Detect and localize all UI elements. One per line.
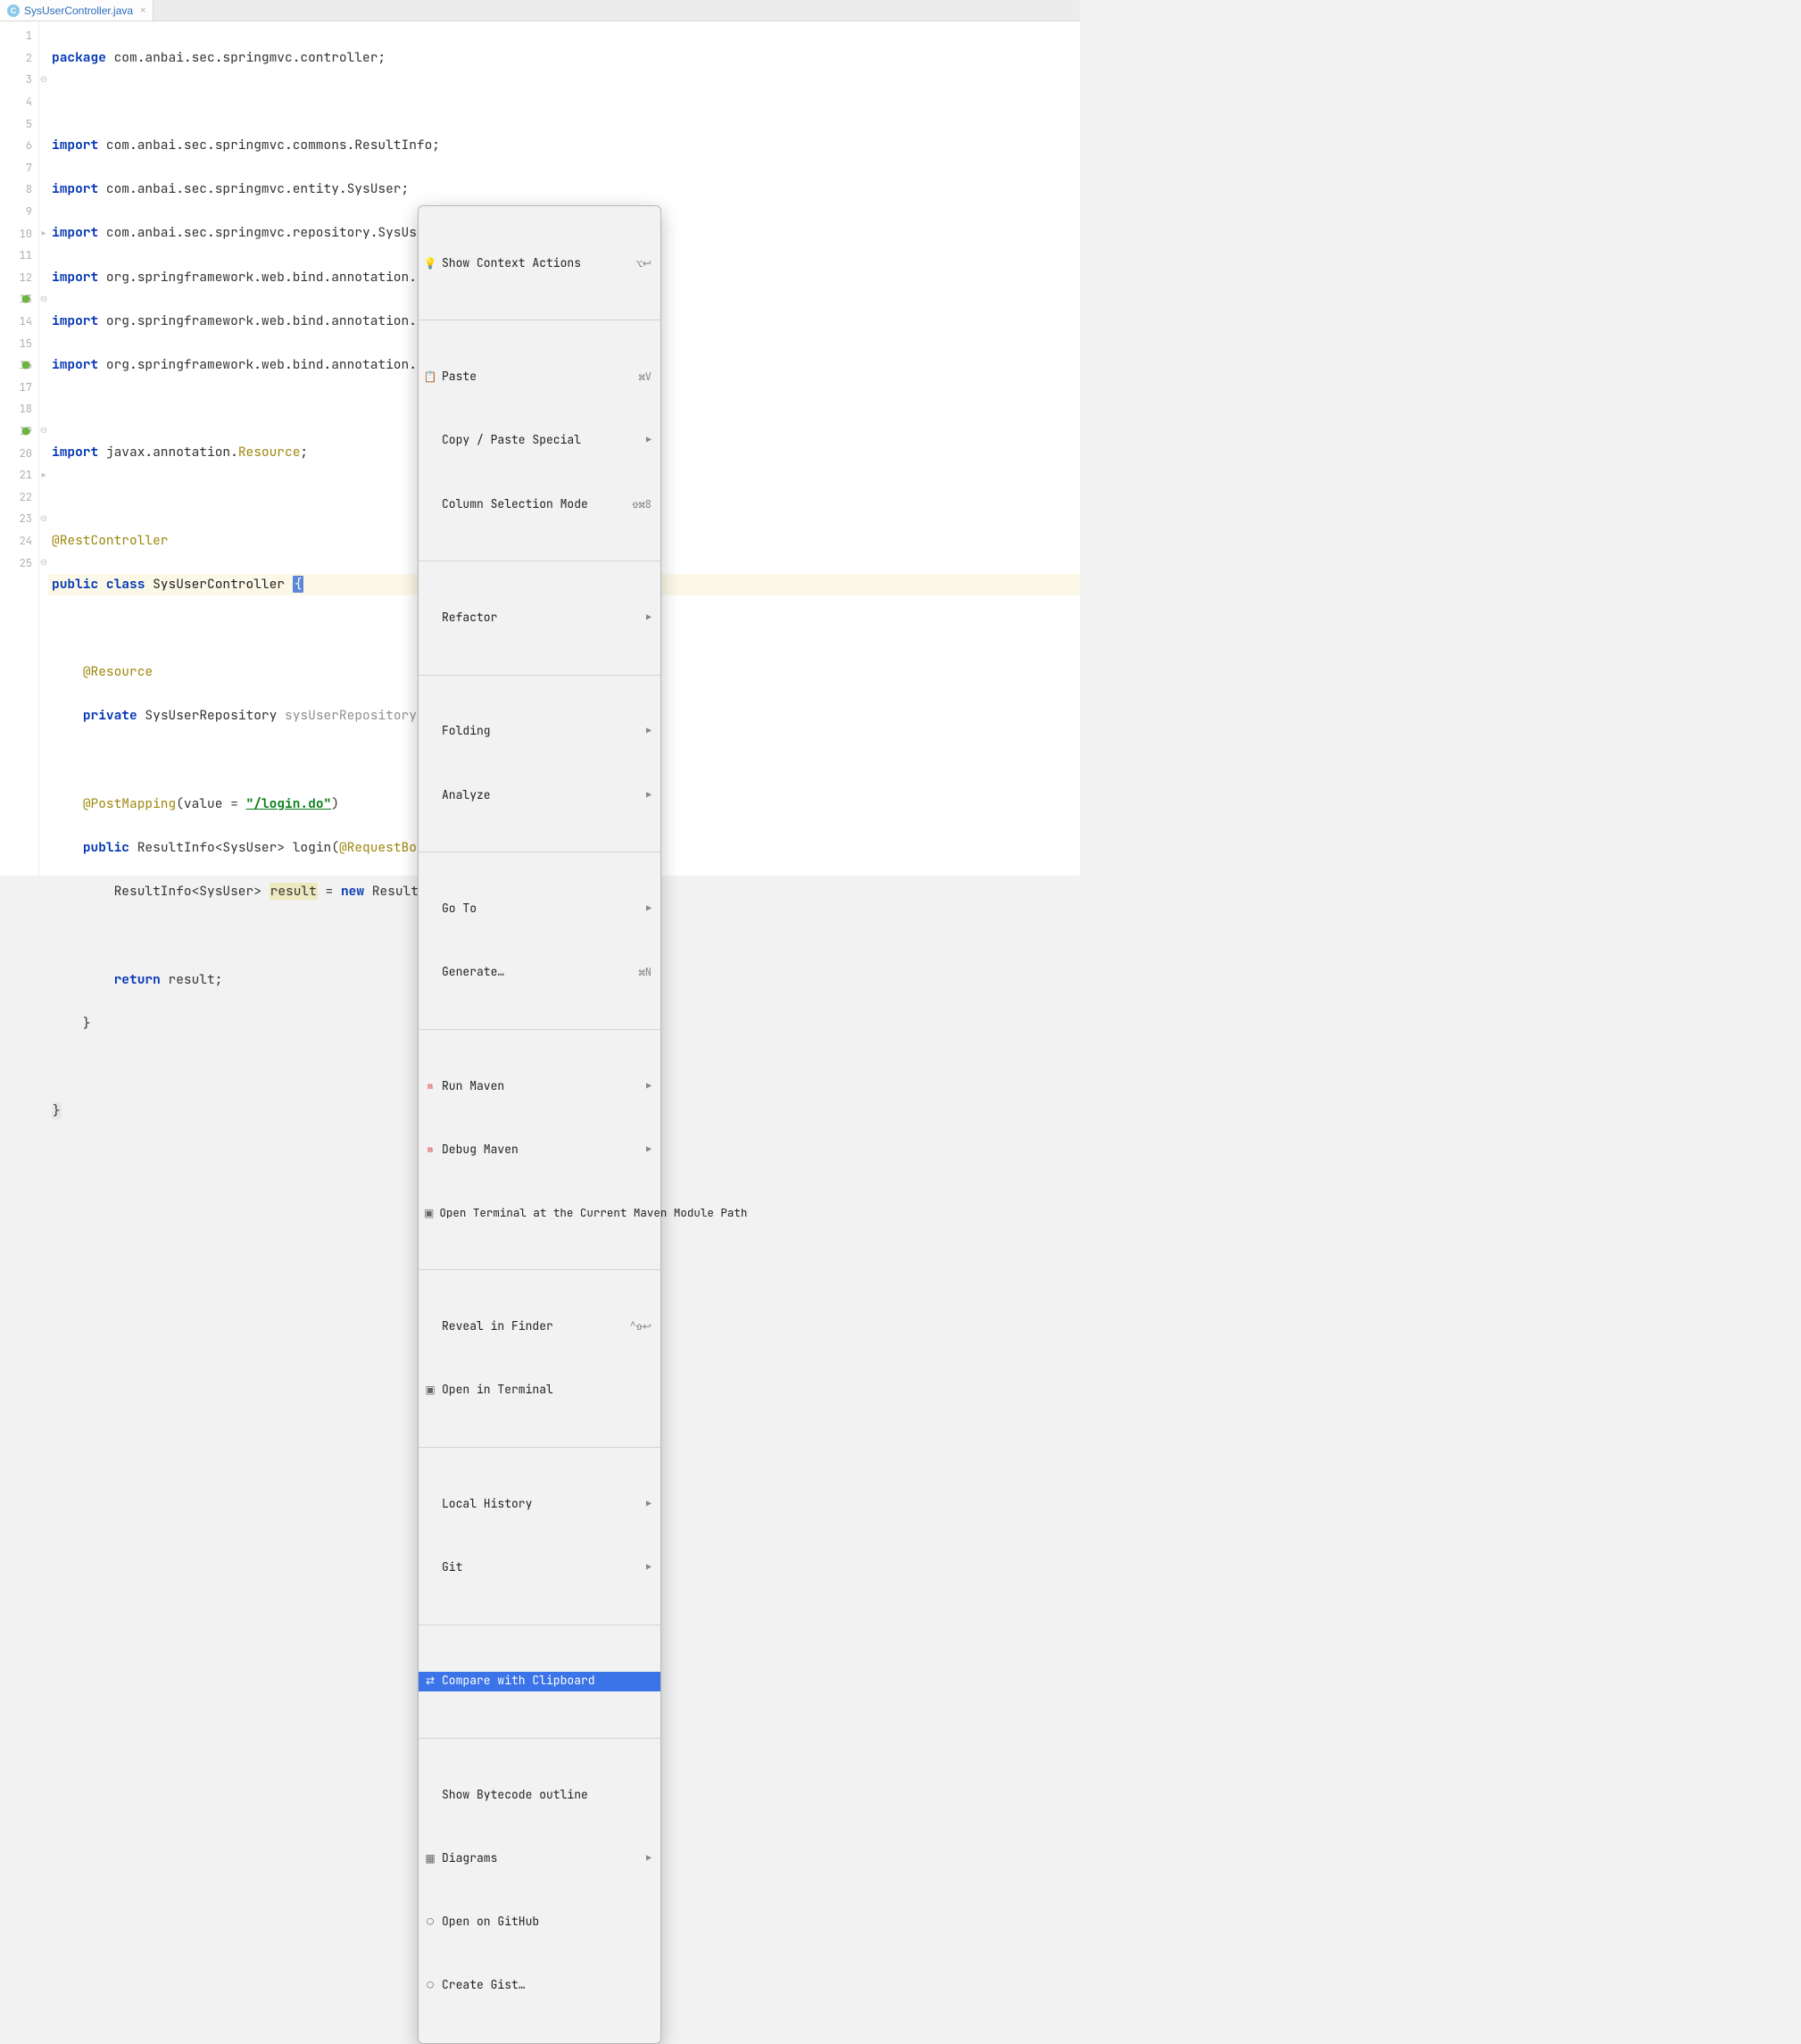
menu-create-gist[interactable]: ◯Create Gist… xyxy=(419,1976,660,1996)
menu-column-selection[interactable]: Column Selection Mode⇧⌘8 xyxy=(419,494,660,514)
menu-open-github[interactable]: ◯Open on GitHub xyxy=(419,1912,660,1932)
line-number: 1 xyxy=(0,25,38,47)
line-number: 12 xyxy=(0,267,38,289)
menu-compare-clipboard[interactable]: ⇄Compare with Clipboard xyxy=(419,1672,660,1691)
clipboard-icon: 📋 xyxy=(424,366,436,388)
menu-folding[interactable]: Folding▶ xyxy=(419,722,660,742)
spring-bean-icon[interactable] xyxy=(21,426,31,436)
fold-toggle[interactable]: ⊖ xyxy=(39,420,48,443)
diff-icon: ⇄ xyxy=(424,1670,436,1692)
menu-show-context-actions[interactable]: 💡Show Context Actions⌥↩ xyxy=(419,253,660,273)
line-number: 3 xyxy=(0,69,38,91)
github-icon: ◯ xyxy=(424,1911,436,1933)
line-gutter: 1 2 3 4 5 6 7 8 9 10 11 12 13 14 15 16 1… xyxy=(0,21,39,876)
github-icon: ◯ xyxy=(424,1974,436,1997)
line-number: 11 xyxy=(0,245,38,267)
line-number: 4 xyxy=(0,91,38,113)
menu-paste[interactable]: 📋Paste⌘V xyxy=(419,368,660,387)
bulb-icon: 💡 xyxy=(424,253,436,275)
fold-strip: ⊖ ▸ ⊖ ⊖ ▸ ⊖ ⊖ xyxy=(39,21,48,876)
maven-icon: m xyxy=(424,1076,436,1098)
fold-toggle[interactable]: ⊖ xyxy=(39,552,48,574)
line-number: 20 xyxy=(0,442,38,464)
menu-refactor[interactable]: Refactor▶ xyxy=(419,608,660,627)
tab-label: SysUserController.java xyxy=(24,4,133,17)
menu-analyze[interactable]: Analyze▶ xyxy=(419,785,660,805)
line-number: 15 xyxy=(0,332,38,354)
line-number: 18 xyxy=(0,398,38,420)
menu-open-terminal-maven[interactable]: ▣Open Terminal at the Current Maven Modu… xyxy=(419,1203,660,1223)
fold-arrow[interactable]: ▸ xyxy=(39,222,48,245)
close-icon[interactable]: × xyxy=(140,5,145,16)
menu-debug-maven[interactable]: mDebug Maven▶ xyxy=(419,1140,660,1159)
line-number: 5 xyxy=(0,112,38,135)
terminal-icon: ▣ xyxy=(424,1379,436,1401)
menu-diagrams[interactable]: ▦Diagrams▶ xyxy=(419,1849,660,1868)
line-number: 17 xyxy=(0,377,38,399)
fold-toggle[interactable]: ⊖ xyxy=(39,288,48,311)
line-number: 14 xyxy=(0,311,38,333)
line-number: 19 xyxy=(0,420,38,443)
diagram-icon: ▦ xyxy=(424,1848,436,1870)
menu-open-in-terminal[interactable]: ▣Open in Terminal xyxy=(419,1381,660,1400)
editor: 1 2 3 4 5 6 7 8 9 10 11 12 13 14 15 16 1… xyxy=(0,21,1080,876)
menu-reveal-finder[interactable]: Reveal in Finder^⇧↩ xyxy=(419,1317,660,1337)
spring-bean-icon[interactable] xyxy=(21,294,31,304)
menu-run-maven[interactable]: mRun Maven▶ xyxy=(419,1076,660,1096)
line-number: 25 xyxy=(0,552,38,574)
menu-bytecode-outline[interactable]: Show Bytecode outline xyxy=(419,1785,660,1805)
fold-toggle[interactable]: ⊖ xyxy=(39,508,48,530)
tab-file[interactable]: C SysUserController.java × xyxy=(0,0,154,21)
menu-git[interactable]: Git▶ xyxy=(419,1558,660,1577)
line-number: 8 xyxy=(0,179,38,201)
tab-bar: C SysUserController.java × xyxy=(0,0,1080,21)
menu-generate[interactable]: Generate…⌘N xyxy=(419,962,660,982)
menu-local-history[interactable]: Local History▶ xyxy=(419,1494,660,1514)
menu-goto[interactable]: Go To▶ xyxy=(419,899,660,918)
spring-bean-icon[interactable] xyxy=(21,360,31,370)
maven-debug-icon: m xyxy=(424,1139,436,1161)
line-number: 9 xyxy=(0,201,38,223)
line-number: 13 xyxy=(0,288,38,311)
terminal-icon: ▣ xyxy=(424,1202,434,1225)
fold-arrow[interactable]: ▸ xyxy=(39,464,48,486)
line-number: 21 xyxy=(0,464,38,486)
line-number: 2 xyxy=(0,47,38,70)
menu-copy-paste-special[interactable]: Copy / Paste Special▶ xyxy=(419,431,660,451)
line-number: 22 xyxy=(0,486,38,508)
fold-toggle[interactable]: ⊖ xyxy=(39,69,48,91)
line-number: 7 xyxy=(0,157,38,179)
context-menu: 💡Show Context Actions⌥↩ 📋Paste⌘V Copy / … xyxy=(418,205,661,2044)
line-number: 24 xyxy=(0,530,38,553)
code-area[interactable]: package com.anbai.sec.springmvc.controll… xyxy=(48,21,1080,876)
line-number: 10 xyxy=(0,222,38,245)
class-icon: C xyxy=(7,4,20,17)
line-number: 6 xyxy=(0,135,38,157)
line-number: 16 xyxy=(0,354,38,377)
line-number: 23 xyxy=(0,508,38,530)
